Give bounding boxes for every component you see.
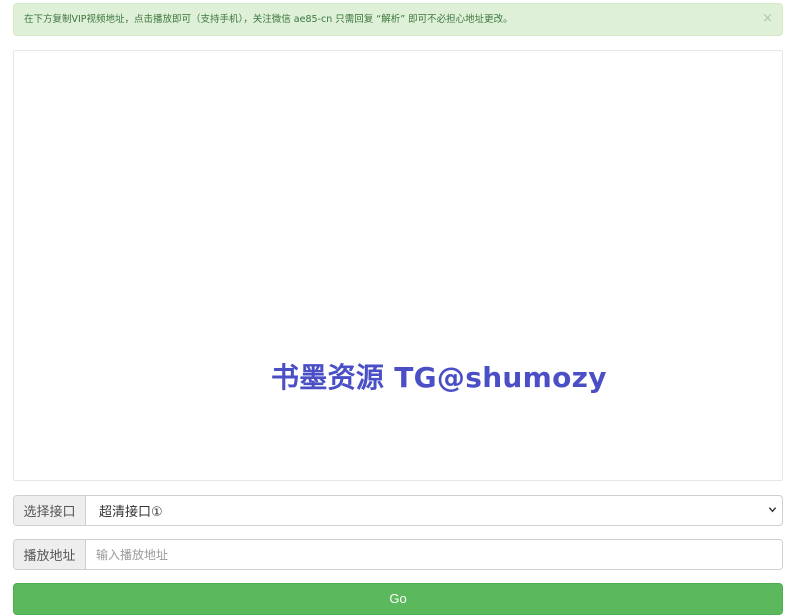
interface-select-group: 选择接口 超清接口① <box>13 495 783 526</box>
interface-select-label: 选择接口 <box>14 496 86 525</box>
url-input-group: 播放地址 <box>13 539 783 570</box>
info-alert: 在下方复制VIP视频地址，点击播放即可（支持手机），关注微信 ae85-cn 只… <box>13 3 783 36</box>
video-player-frame[interactable]: 书墨资源 TG@shumozy <box>13 50 783 481</box>
url-input[interactable] <box>86 540 782 569</box>
interface-select-value: 超清接口① <box>99 505 163 520</box>
chevron-down-icon <box>768 507 777 513</box>
watermark-text: 书墨资源 TG@shumozy <box>271 361 607 394</box>
alert-message: 在下方复制VIP视频地址，点击播放即可（支持手机），关注微信 ae85-cn 只… <box>24 14 513 25</box>
url-input-label: 播放地址 <box>14 540 86 569</box>
go-button[interactable]: Go <box>13 583 783 615</box>
interface-select[interactable]: 超清接口① <box>86 496 782 525</box>
alert-close-icon[interactable]: × <box>762 4 773 33</box>
